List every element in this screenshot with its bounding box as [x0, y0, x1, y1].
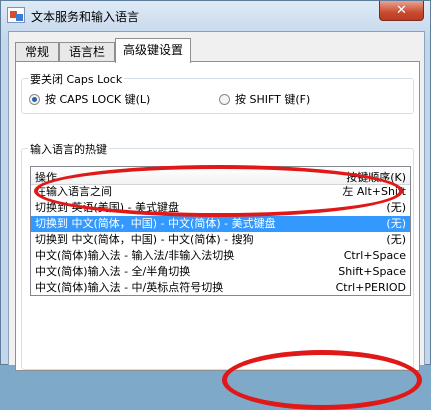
close-button[interactable]: ✕ [379, 1, 424, 21]
list-item[interactable]: 在输入语言之间 左 Alt+Shift [31, 184, 410, 200]
row-keys: 左 Alt+Shift [342, 185, 406, 198]
row-keys: (无) [386, 217, 406, 230]
list-header: 操作 按键顺序(K) [31, 167, 410, 185]
advanced-key-settings-page: 要关闭 Caps Lock 按 CAPS LOCK 键(L) 按 SHIFT 键… [15, 61, 420, 371]
tab-advanced-key-settings[interactable]: 高级键设置 [115, 38, 191, 63]
row-keys: Ctrl+Space [343, 249, 406, 262]
caps-lock-key-radio[interactable]: 按 CAPS LOCK 键(L) [29, 92, 150, 108]
list-item[interactable]: 中文(简体)输入法 - 输入法/非输入法切换 Ctrl+Space [31, 248, 410, 264]
list-item[interactable]: 中文(简体)输入法 - 中/英标点符号切换 Ctrl+PERIOD [31, 280, 410, 295]
row-action: 切换到 中文(简体，中国) - 中文(简体) - 美式键盘 [35, 217, 276, 230]
dialog-client: 常规 语言栏 高级键设置 要关闭 Caps Lock 按 CAPS LOCK 键… [8, 31, 425, 371]
list-item[interactable]: 切换到 中文(简体，中国) - 中文(简体) - 搜狗 (无) [31, 232, 410, 248]
row-action: 切换到 英语(美国) - 美式键盘 [35, 201, 180, 214]
row-action: 切换到 中文(简体，中国) - 中文(简体) - 搜狗 [35, 233, 254, 246]
caps-lock-group: 要关闭 Caps Lock 按 CAPS LOCK 键(L) 按 SHIFT 键… [21, 71, 414, 114]
shift-key-radio[interactable]: 按 SHIFT 键(F) [219, 92, 310, 108]
hotkeys-list[interactable]: 操作 按键顺序(K) 在输入语言之间 左 Alt+Shift 切换到 英语(美国… [30, 166, 411, 296]
row-action: 中文(简体)输入法 - 输入法/非输入法切换 [35, 249, 235, 262]
list-item[interactable]: 中文(简体)输入法 - 全/半角切换 Shift+Space [31, 264, 410, 280]
column-header-keys[interactable]: 按键顺序(K) [346, 169, 406, 185]
list-item-selected[interactable]: 切换到 中文(简体，中国) - 中文(简体) - 美式键盘 (无) [31, 216, 410, 232]
row-keys: Shift+Space [338, 265, 406, 278]
radio-unselected-icon [219, 94, 230, 105]
row-action: 中文(简体)输入法 - 中/英标点符号切换 [35, 281, 224, 294]
title-bar[interactable]: 文本服务和输入语言 ✕ [1, 1, 430, 31]
row-keys: (无) [386, 233, 406, 246]
row-action: 中文(简体)输入法 - 全/半角切换 [35, 265, 191, 278]
caps-lock-group-label: 要关闭 Caps Lock [28, 71, 125, 87]
row-keys: (无) [386, 201, 406, 214]
hotkeys-group: 输入语言的热键 操作 按键顺序(K) 在输入语言之间 左 Alt+Shift 切… [21, 141, 414, 370]
shift-key-label: 按 SHIFT 键(F) [235, 93, 311, 106]
hotkeys-group-label: 输入语言的热键 [28, 141, 109, 157]
list-item[interactable]: 切换到 英语(美国) - 美式键盘 (无) [31, 200, 410, 216]
caps-lock-key-label: 按 CAPS LOCK 键(L) [45, 93, 151, 106]
column-header-action[interactable]: 操作 [35, 169, 57, 185]
row-action: 在输入语言之间 [35, 185, 112, 198]
tab-language-bar[interactable]: 语言栏 [59, 42, 115, 62]
row-keys: Ctrl+PERIOD [335, 281, 406, 294]
radio-selected-icon [29, 94, 40, 105]
dialog-window: 文本服务和输入语言 ✕ 常规 语言栏 高级键设置 要关闭 Caps Lock 按… [0, 0, 431, 371]
tab-general[interactable]: 常规 [15, 42, 59, 62]
keyboard-flag-icon [7, 7, 25, 23]
window-title: 文本服务和输入语言 [31, 10, 140, 24]
